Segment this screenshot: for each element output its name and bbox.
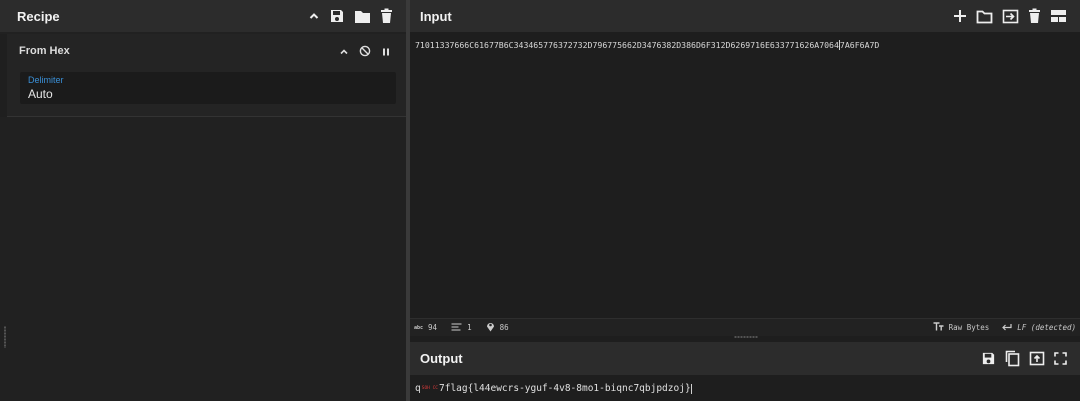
input-panel: Input 71011337666C61677B6C34346577637273… bbox=[410, 0, 1080, 336]
output-textarea[interactable]: q SOH CC 7flag{l44ewcrs-yguf-4v8-8mo1-bi… bbox=[415, 383, 692, 394]
folder-icon[interactable] bbox=[976, 9, 993, 24]
delimiter-value[interactable]: Auto bbox=[28, 87, 53, 101]
length-value: 94 bbox=[428, 323, 438, 332]
recipe-title: Recipe bbox=[17, 8, 60, 24]
plus-icon[interactable] bbox=[953, 9, 967, 23]
text-caret bbox=[690, 383, 692, 394]
input-header: Input bbox=[410, 0, 1080, 32]
trash-icon[interactable] bbox=[1028, 8, 1041, 24]
length-stat: abc 94 bbox=[414, 323, 437, 332]
lines-value: 1 bbox=[467, 323, 472, 332]
trash-icon[interactable] bbox=[380, 8, 393, 24]
save-icon[interactable] bbox=[329, 8, 345, 24]
pause-icon[interactable] bbox=[381, 44, 391, 62]
recipe-header: Recipe bbox=[0, 0, 406, 32]
input-text-before-caret: 71011337666C61677B6C343465776372732D7967… bbox=[415, 40, 839, 50]
encoding-stat[interactable]: Raw Bytes bbox=[933, 322, 990, 333]
chevron-up-icon[interactable] bbox=[308, 10, 320, 22]
delimiter-label: Delimiter bbox=[28, 75, 64, 85]
disable-icon[interactable] bbox=[359, 44, 371, 62]
location-pin-icon bbox=[486, 321, 495, 334]
control-char-badge: SOH CC bbox=[421, 386, 438, 391]
recipe-panel: Recipe From Hex Delimiter Auto bbox=[0, 0, 406, 401]
output-title: Output bbox=[420, 351, 463, 366]
eol-value[interactable]: LF (detected) bbox=[1017, 323, 1076, 332]
import-icon[interactable] bbox=[1002, 9, 1019, 24]
recipe-edge bbox=[0, 34, 7, 117]
output-header: Output bbox=[410, 342, 1080, 375]
delimiter-field[interactable]: Delimiter Auto bbox=[20, 72, 396, 104]
output-prefix: q bbox=[415, 383, 421, 394]
input-textarea[interactable]: 71011337666C61677B6C343465776372732D7967… bbox=[415, 40, 879, 50]
text-type-icon bbox=[933, 322, 944, 333]
encoding-value[interactable]: Raw Bytes bbox=[949, 323, 990, 332]
copy-icon[interactable] bbox=[1005, 350, 1020, 367]
save-icon[interactable] bbox=[981, 351, 996, 366]
input-title: Input bbox=[420, 8, 452, 24]
position-value: 86 bbox=[499, 323, 509, 332]
position-stat: 86 bbox=[486, 321, 509, 334]
layout-icon[interactable] bbox=[1050, 9, 1067, 23]
length-label: abc bbox=[414, 324, 424, 331]
replace-input-icon[interactable] bbox=[1029, 351, 1045, 366]
chevron-up-icon[interactable] bbox=[339, 44, 349, 62]
maximize-icon[interactable] bbox=[1054, 352, 1067, 365]
folder-icon[interactable] bbox=[354, 9, 371, 24]
output-text: 7flag{l44ewcrs-yguf-4v8-8mo1-biqnc7qbjpd… bbox=[439, 383, 691, 394]
operation-from-hex[interactable]: From Hex Delimiter Auto bbox=[7, 34, 406, 117]
output-resize-handle[interactable] bbox=[734, 336, 758, 338]
enter-arrow-icon bbox=[1001, 323, 1012, 333]
lines-stat: 1 bbox=[451, 322, 472, 333]
operation-title: From Hex bbox=[19, 45, 70, 57]
eol-stat[interactable]: LF (detected) bbox=[1001, 323, 1076, 333]
input-text-after-caret: 7A6F6A7D bbox=[839, 40, 880, 50]
input-statusbar: abc 94 1 86 Raw Bytes LF (detected) bbox=[410, 318, 1080, 336]
lines-icon bbox=[451, 322, 462, 333]
output-panel: Output q SOH CC 7flag{l44ewcrs-yguf-4v8-… bbox=[410, 336, 1080, 401]
recipe-resize-handle[interactable] bbox=[4, 326, 6, 348]
